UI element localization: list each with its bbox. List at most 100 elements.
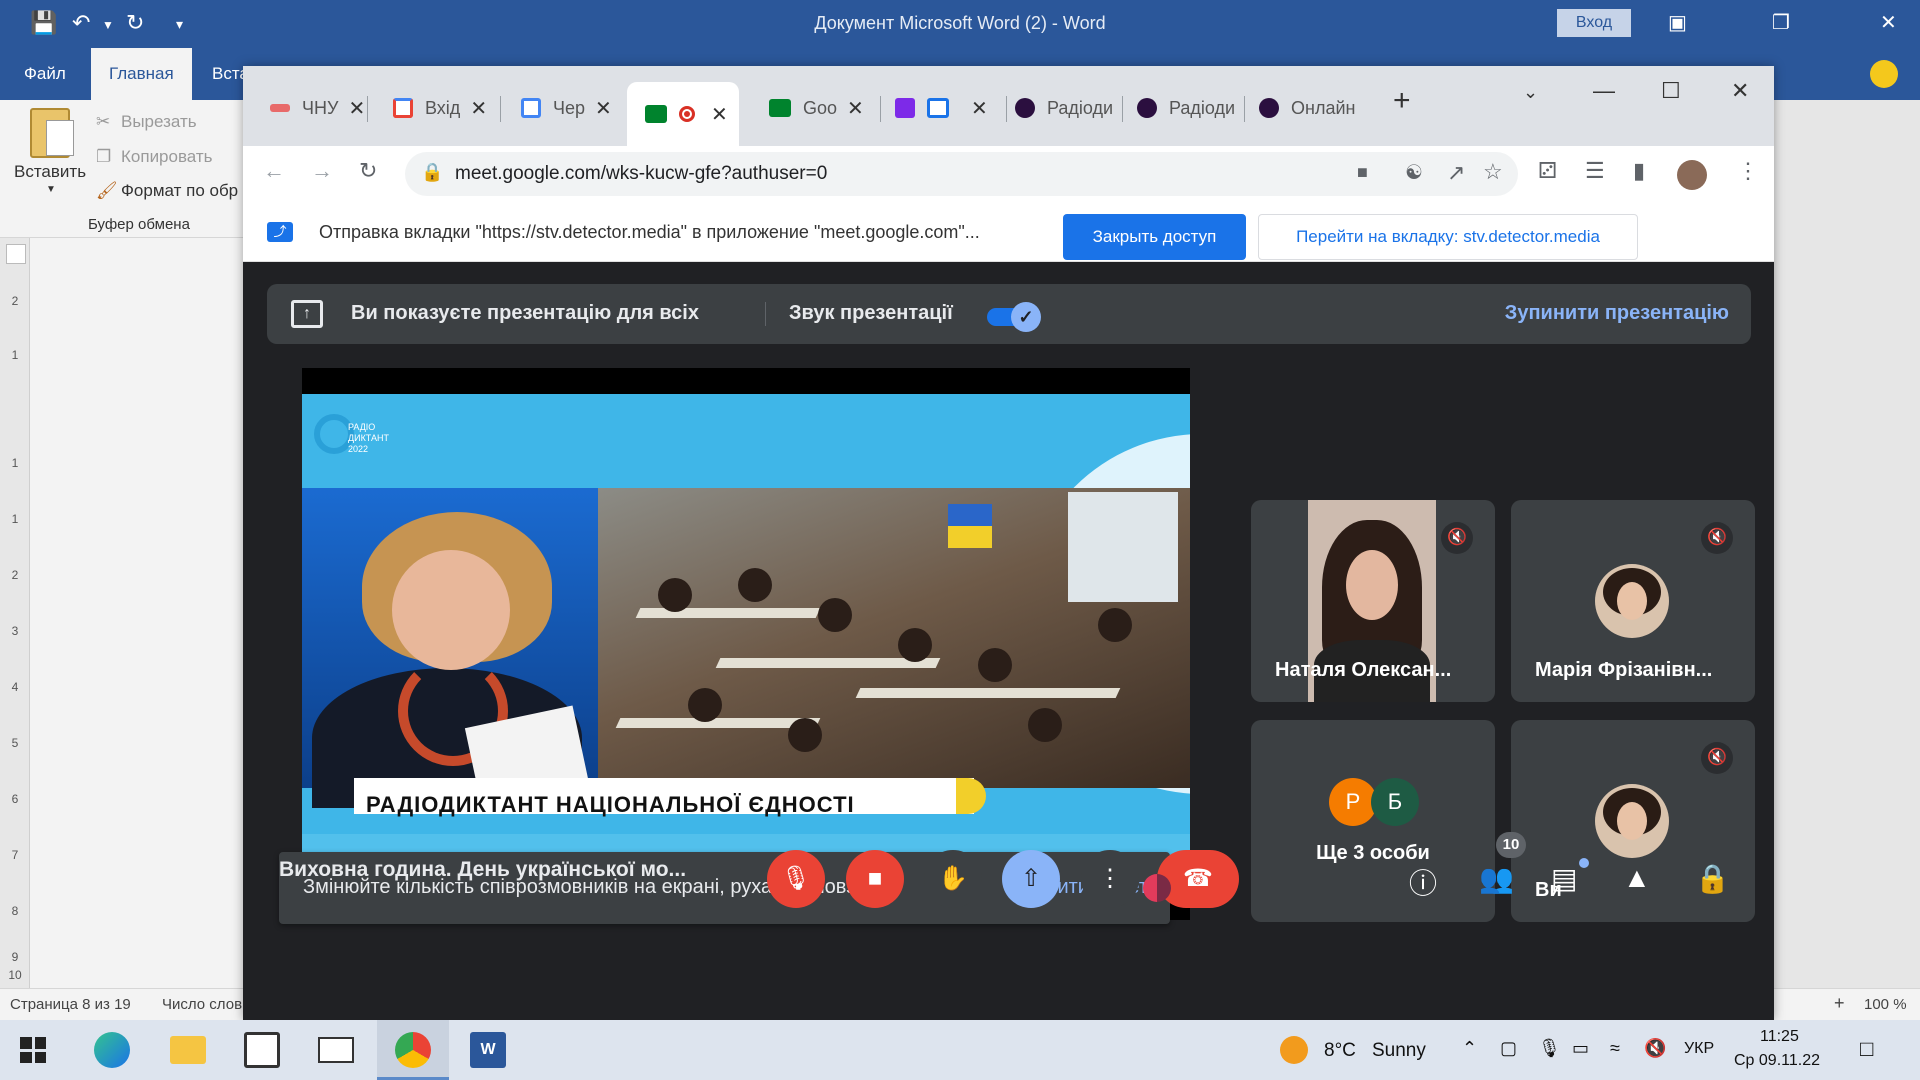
mic-muted-icon: 🔇 — [1701, 742, 1733, 774]
ribbon-display-icon[interactable]: ▣ — [1668, 10, 1687, 35]
paste-dropdown-icon[interactable]: ▼ — [46, 184, 56, 195]
format-painter-button[interactable]: Формат по обр — [121, 181, 238, 201]
weather-temp[interactable]: 8°C — [1324, 1040, 1356, 1062]
raise-hand-button[interactable]: ✋ — [924, 850, 982, 908]
smiley-icon[interactable] — [1870, 60, 1898, 88]
browser-tab-5[interactable]: Goo ✕ — [769, 88, 881, 128]
tray-overflow-icon[interactable]: ⌃ — [1462, 1038, 1477, 1059]
store-icon[interactable] — [244, 1032, 280, 1068]
tab-label: Чер — [553, 97, 586, 118]
translate-icon[interactable]: ☯ — [1405, 160, 1423, 185]
weather-sun-icon[interactable] — [1280, 1036, 1308, 1064]
classroom-image — [598, 488, 1190, 788]
word-icon[interactable]: W — [470, 1032, 506, 1068]
mic-off-button[interactable]: 🎙 — [767, 850, 825, 908]
word-count[interactable]: Число слов — [162, 996, 242, 1013]
screen-share-icon — [927, 98, 949, 118]
close-tab-icon[interactable]: ✕ — [711, 102, 728, 127]
volume-muted-icon[interactable]: 🔇 — [1644, 1038, 1666, 1059]
chrome-icon[interactable] — [395, 1032, 431, 1068]
close-tab-icon[interactable]: ✕ — [595, 96, 612, 121]
recording-icon — [679, 106, 695, 122]
leave-call-button[interactable]: ☎ — [1157, 850, 1239, 908]
switch-to-tab-button[interactable]: Перейти на вкладку: stv.detector.media — [1258, 214, 1638, 260]
browser-tab-meet-active[interactable]: ✕ — [627, 82, 739, 146]
browser-tab-7[interactable]: Радіоди — [1015, 88, 1123, 128]
file-explorer-icon[interactable] — [170, 1036, 206, 1064]
notifications-icon[interactable]: □ — [1860, 1036, 1873, 1062]
copy-button[interactable]: Копировать — [121, 147, 213, 167]
menu-icon[interactable]: ⋮ — [1737, 158, 1759, 184]
close-tab-icon[interactable]: ✕ — [348, 96, 365, 121]
microphone-icon[interactable]: 🎙 — [1538, 1038, 1561, 1059]
browser-tab-2[interactable]: Вхід ✕ — [393, 88, 501, 128]
presenting-text: Ви показуєте презентацію для всіх — [351, 302, 699, 324]
tab-file[interactable]: Файл — [24, 48, 66, 100]
reload-icon[interactable]: ↻ — [359, 158, 377, 184]
browser-tab-1[interactable]: ЧНУ ✕ — [270, 88, 368, 128]
camera-icon[interactable]: ■ — [1357, 162, 1368, 183]
lock-icon[interactable]: 🔒 — [421, 162, 443, 183]
presentation-video: РАДІО ДИКТАНТ 2022 РАДІОДИКТАНТ НАЦІОНАЛ… — [302, 368, 1190, 920]
share-icon[interactable]: ↗ — [1447, 160, 1465, 186]
tab-search-icon[interactable]: ⌄ — [1523, 82, 1538, 103]
wifi-icon[interactable]: ≈ — [1610, 1038, 1620, 1059]
edge-icon[interactable] — [94, 1032, 130, 1068]
url-text[interactable]: meet.google.com/wks-kucw-gfe?authuser=0 — [455, 163, 827, 185]
close-icon[interactable]: ✕ — [1880, 10, 1897, 35]
restore-icon[interactable]: ❐ — [1772, 10, 1790, 35]
more-participants-tile[interactable]: Р Б Ще 3 особи — [1251, 720, 1495, 922]
signin-button[interactable]: Вход — [1557, 9, 1631, 37]
participant-tile[interactable]: 🔇 Наталя Олексан... — [1251, 500, 1495, 702]
people-icon[interactable]: 👥 — [1479, 862, 1514, 895]
profile-avatar[interactable] — [1677, 160, 1707, 190]
clock-time[interactable]: 11:25 — [1760, 1028, 1799, 1046]
activities-icon[interactable]: ▲ — [1623, 862, 1651, 894]
side-panel-icon[interactable]: ▮ — [1633, 158, 1645, 184]
new-tab-icon[interactable]: + — [1393, 84, 1411, 118]
zoom-in-icon[interactable]: + — [1834, 993, 1845, 1014]
browser-tab-3[interactable]: Чер ✕ — [521, 88, 617, 128]
mail-icon[interactable] — [318, 1037, 354, 1063]
stop-sharing-button[interactable]: Закрыть доступ — [1063, 214, 1246, 260]
media-control-icon[interactable]: ☰ — [1585, 158, 1605, 184]
extensions-icon[interactable]: ⚂ — [1538, 158, 1557, 184]
browser-tab-6[interactable]: ✕ — [895, 88, 1007, 128]
paste-label[interactable]: Вставить — [14, 162, 86, 182]
close-tab-icon[interactable]: ✕ — [847, 96, 864, 121]
forward-icon[interactable]: → — [311, 158, 333, 184]
word-document-area — [1773, 100, 1920, 988]
paste-icon[interactable] — [30, 108, 74, 158]
clock-date[interactable]: Ср 09.11.22 — [1734, 1052, 1820, 1070]
page-count[interactable]: Страница 8 из 19 — [10, 996, 131, 1013]
camera-off-button[interactable]: ■ — [846, 850, 904, 908]
chat-icon[interactable]: ▤ — [1551, 862, 1577, 895]
audio-toggle[interactable]: ✓ — [987, 302, 1041, 332]
maximize-icon[interactable]: ☐ — [1661, 78, 1681, 104]
host-controls-icon[interactable]: 🔒 — [1695, 862, 1730, 895]
weather-condition[interactable]: Sunny — [1372, 1040, 1426, 1062]
zoom-level[interactable]: 100 % — [1864, 996, 1907, 1013]
minimize-icon[interactable]: — — [1593, 78, 1615, 104]
participant-tile[interactable]: 🔇 Марія Фрізанівн... — [1511, 500, 1755, 702]
meeting-info-icon[interactable]: ⓘ — [1409, 862, 1437, 902]
cut-button[interactable]: Вырезать — [121, 112, 197, 132]
more-options-button[interactable]: ⋮ — [1081, 850, 1139, 908]
browser-tab-8[interactable]: Радіоди — [1137, 88, 1245, 128]
close-window-icon[interactable]: ✕ — [1731, 78, 1749, 104]
windows-start-icon[interactable] — [20, 1037, 46, 1063]
back-icon[interactable]: ← — [263, 158, 285, 184]
browser-tab-9[interactable]: Онлайн — [1259, 88, 1369, 128]
stop-presenting-button[interactable]: Зупинити презентацію — [1505, 302, 1729, 325]
present-button[interactable]: ⇧ — [1002, 850, 1060, 908]
browser-toolbar: ← → ↻ 🔒 meet.google.com/wks-kucw-gfe?aut… — [243, 146, 1774, 202]
meet-tray-icon[interactable]: ▢ — [1500, 1038, 1517, 1059]
address-bar[interactable]: 🔒 meet.google.com/wks-kucw-gfe?authuser=… — [405, 152, 1518, 196]
language-indicator[interactable]: УКР — [1684, 1040, 1714, 1058]
battery-icon[interactable]: ▭ — [1572, 1038, 1589, 1059]
bookmark-star-icon[interactable]: ☆ — [1483, 159, 1503, 185]
tab-home[interactable]: Главная — [91, 48, 192, 100]
tab-selector[interactable] — [6, 244, 26, 264]
close-tab-icon[interactable]: ✕ — [971, 96, 988, 121]
close-tab-icon[interactable]: ✕ — [470, 96, 487, 121]
